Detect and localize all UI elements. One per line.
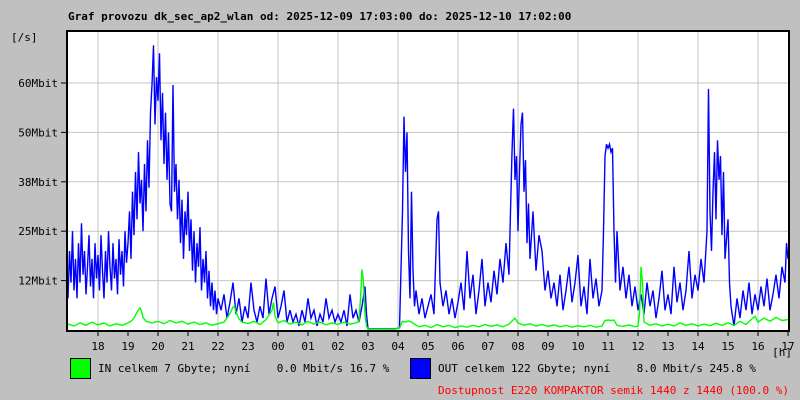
x-tick-label: 21 — [181, 340, 194, 353]
availability-note: Dostupnost E220 KOMPAKTOR semik 1440 z 1… — [438, 384, 789, 397]
mrtg-page: { "title": "Graf provozu dk_sec_ap2_wlan… — [0, 0, 800, 400]
x-tick-label: 02 — [331, 340, 344, 353]
x-tick-label: 13 — [661, 340, 674, 353]
x-tick-label: 10 — [571, 340, 584, 353]
x-tick-label: 09 — [541, 340, 554, 353]
x-tick-label: 03 — [361, 340, 374, 353]
x-tick-label: 22 — [211, 340, 224, 353]
x-tick-label: 04 — [391, 340, 405, 353]
x-axis-unit-label: [h] — [772, 346, 792, 359]
y-tick-label: 50Mbit — [18, 126, 58, 139]
x-tick-label: 11 — [601, 340, 614, 353]
x-tick-label: 06 — [451, 340, 464, 353]
legend-out-swatch — [410, 358, 431, 379]
x-tick-label: 15 — [721, 340, 734, 353]
x-tick-label: 08 — [511, 340, 524, 353]
x-tick-label: 01 — [301, 340, 314, 353]
x-tick-label: 19 — [121, 340, 134, 353]
x-tick-label: 05 — [421, 340, 434, 353]
legend-in-swatch — [70, 358, 91, 379]
y-tick-label: 12Mbit — [18, 275, 58, 288]
y-tick-label: 60Mbit — [18, 77, 58, 90]
x-tick-label: 07 — [481, 340, 494, 353]
legend-in-label: IN celkem 7 Gbyte; nyní 0.0 Mbit/s 16.7 … — [98, 362, 390, 375]
x-tick-label: 00 — [271, 340, 284, 353]
traffic-chart: 12Mbit 25Mbit 38Mbit 50Mbit 60Mbit 18 19 20 21 22… — [18, 30, 795, 353]
y-tick-label: 38Mbit — [18, 176, 58, 189]
x-tick-label: 18 — [91, 340, 104, 353]
x-tick-label: 23 — [241, 340, 254, 353]
y-tick-label: 25Mbit — [18, 225, 58, 238]
x-tick-label: 20 — [151, 340, 164, 353]
x-tick-label: 12 — [631, 340, 644, 353]
x-tick-label: 14 — [691, 340, 705, 353]
legend-out-label: OUT celkem 122 Gbyte; nyní 8.0 Mbit/s 24… — [438, 362, 756, 375]
